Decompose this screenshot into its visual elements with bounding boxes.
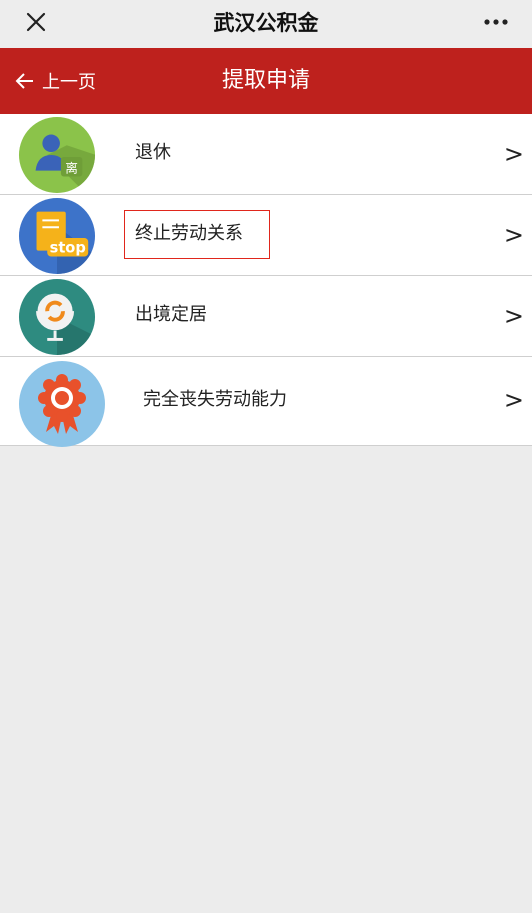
wechat-top-bar: 武汉公积金 bbox=[0, 0, 532, 48]
chevron-right-icon: > bbox=[503, 302, 524, 330]
retire-person-icon: 离 bbox=[18, 116, 96, 194]
more-dots-icon[interactable] bbox=[480, 8, 512, 40]
page-title: 提取申请 bbox=[221, 68, 310, 93]
retire-badge-text: 离 bbox=[65, 161, 78, 176]
globe-icon bbox=[18, 278, 96, 356]
list-item-label: 退休 bbox=[135, 142, 171, 163]
list-item-label: 完全丧失劳动能力 bbox=[143, 389, 287, 410]
wechat-page-title: 武汉公积金 bbox=[213, 11, 319, 35]
rosette-badge-icon bbox=[19, 361, 105, 447]
list-item-emigrate[interactable]: 出境定居 > bbox=[0, 276, 532, 357]
list-item-disability[interactable]: 完全丧失劳动能力 > bbox=[0, 357, 532, 447]
chevron-right-icon: > bbox=[503, 386, 524, 414]
chevron-right-icon: > bbox=[503, 140, 524, 168]
list-item-label: 出境定居 bbox=[135, 304, 207, 325]
stop-badge-text: stop bbox=[50, 240, 86, 257]
chevron-right-icon: > bbox=[503, 221, 524, 249]
app-header: 上一页 提取申请 bbox=[0, 48, 532, 114]
stop-document-icon: stop bbox=[18, 197, 96, 275]
list-item-label: 终止劳动关系 bbox=[135, 223, 243, 244]
list-item-retire[interactable]: 离 退休 > bbox=[0, 114, 532, 195]
withdrawal-type-list: 离 退休 > stop 终止劳动关系 > 出境定居 > 完全丧失劳动能力 > bbox=[0, 114, 532, 447]
list-item-terminate-employment[interactable]: stop 终止劳动关系 > bbox=[0, 195, 532, 276]
